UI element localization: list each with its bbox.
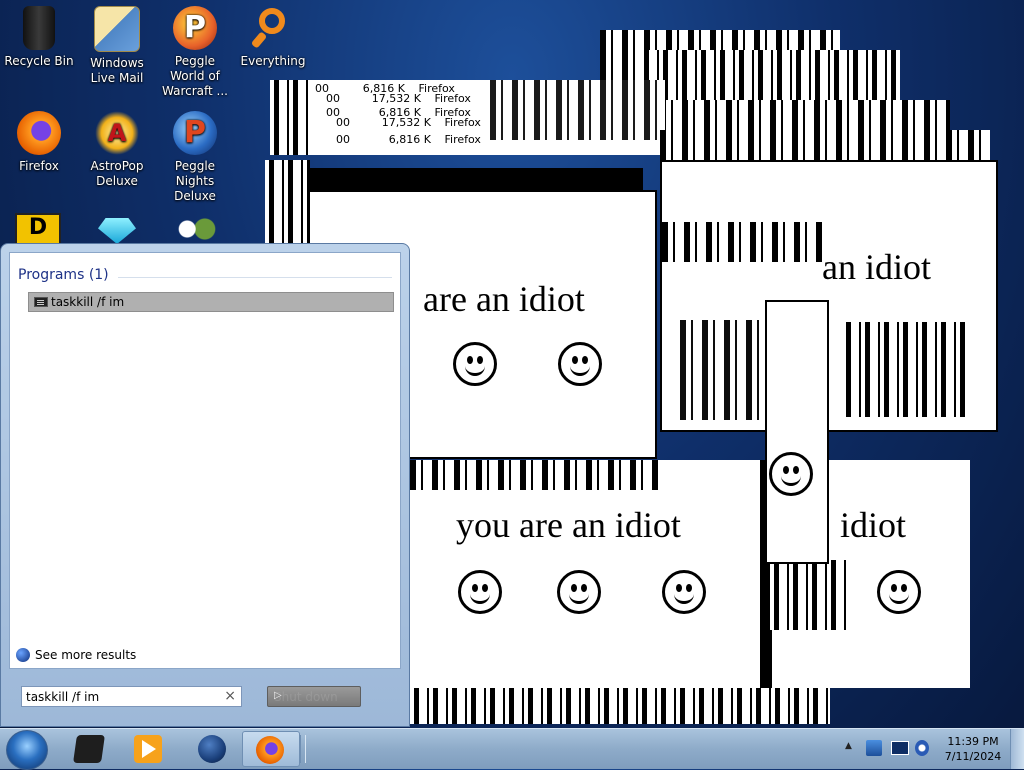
popup-message: an idiot [822, 247, 931, 287]
desktop-icon-label: Everything [240, 54, 306, 68]
glitch-artifact [660, 130, 990, 160]
taskbar: ▲ 11:39 PM 7/11/2024 [0, 728, 1024, 770]
desktop-icon-label: Recycle Bin [4, 54, 74, 68]
desktop-icon-label: Peggle Nights Deluxe [174, 159, 216, 203]
recycle-bin-icon [23, 6, 55, 50]
shutdown-button[interactable]: Shut down ▷ [267, 686, 361, 707]
glitch-artifact [410, 460, 660, 490]
clock-date: 7/11/2024 [944, 750, 1002, 763]
show-desktop-button[interactable] [1010, 729, 1024, 769]
taskbar-button-firefox[interactable] [242, 731, 300, 767]
popup-titlebar[interactable] [308, 168, 643, 190]
shutdown-options-arrow-icon[interactable]: ▷ [274, 690, 354, 701]
clear-search-icon[interactable]: × [224, 688, 236, 704]
desktop-icon-partial-2[interactable] [98, 218, 136, 244]
popup-message: are an idiot [423, 279, 585, 319]
see-more-results-label: See more results [35, 648, 137, 662]
desktop-icon-partial-3[interactable] [174, 214, 218, 244]
volume-icon[interactable] [915, 740, 929, 756]
mail-icon [94, 6, 140, 52]
idiot-popup-window[interactable] [765, 300, 829, 564]
tray-overflow-arrow-icon[interactable]: ▲ [845, 741, 852, 751]
desktop-icon-partial-1[interactable]: D [15, 213, 61, 247]
idiot-popup-window[interactable]: you are an idiot idiot [410, 460, 970, 688]
desktop-icon-label: AstroPop Deluxe [90, 159, 144, 188]
glitch-artifact [265, 160, 310, 250]
search-results-panel: Programs (1) taskkill /f im [9, 252, 401, 669]
popup-message: you are an idiot [456, 505, 681, 545]
desktop-icon-firefox[interactable]: Firefox [1, 105, 77, 174]
smiley-icon [453, 342, 497, 386]
desktop-icon-label: Firefox [19, 159, 59, 173]
desktop-icon-label: Windows Live Mail [90, 56, 144, 85]
smiley-icon [557, 570, 601, 614]
glitch-artifact [842, 322, 972, 417]
tray-icon-1[interactable] [866, 740, 882, 756]
start-button[interactable] [6, 730, 48, 770]
smiley-icon [558, 342, 602, 386]
process-row[interactable]: 00 17,532 K Firefox [336, 116, 481, 129]
taskbar-clock[interactable]: 11:39 PM 7/11/2024 [938, 734, 1008, 764]
desktop-icon-peggle-wow[interactable]: P Peggle World of Warcraft ... [157, 0, 233, 99]
glitch-artifact [640, 50, 900, 105]
popup-message: idiot [840, 505, 907, 545]
results-section-header: Programs (1) [18, 267, 109, 283]
desktop-icon-peggle-nights[interactable]: P Peggle Nights Deluxe [157, 105, 233, 204]
taskbar-divider [300, 735, 306, 763]
smiley-icon [877, 570, 921, 614]
glitch-artifact [490, 80, 665, 140]
desktop-icon-label: Peggle World of Warcraft ... [162, 54, 228, 98]
see-more-results-link[interactable]: See more results [16, 648, 136, 662]
search-result-label: taskkill /f im [51, 295, 125, 309]
media-player-icon [134, 735, 162, 763]
peggle-nights-icon: P [173, 111, 217, 155]
astropop-icon: A [95, 111, 139, 155]
desktop-icon-recycle-bin[interactable]: Recycle Bin [1, 0, 77, 69]
smiley-icon [458, 570, 502, 614]
command-prompt-icon [34, 297, 48, 307]
taskbar-button-explorer[interactable] [62, 731, 116, 767]
search-globe-icon [16, 648, 30, 662]
start-search-input[interactable] [26, 688, 221, 705]
search-result-item[interactable]: taskkill /f im [28, 292, 394, 312]
glitch-artifact [770, 560, 850, 630]
glitch-artifact [270, 80, 310, 155]
smiley-icon [769, 452, 813, 496]
process-row[interactable]: 00 17,532 K Firefox [326, 92, 471, 105]
peggle-wow-icon: P [173, 6, 217, 50]
magnifier-icon [250, 6, 295, 50]
firefox-icon [256, 736, 284, 764]
desktop-icon-everything[interactable]: Everything [235, 0, 311, 69]
glitch-artifact [410, 688, 830, 724]
desktop-icon-windows-live-mail[interactable]: Windows Live Mail [79, 0, 155, 86]
section-divider [118, 277, 392, 278]
start-search-box[interactable]: × [21, 686, 242, 707]
task-manager-fragment: 00 6,816 K Firefox 00 17,532 K Firefox 00 6… [270, 80, 665, 155]
explorer-icon [73, 735, 105, 763]
desktop-icon-astropop[interactable]: A AstroPop Deluxe [79, 105, 155, 189]
network-icon[interactable] [891, 741, 909, 755]
process-row[interactable]: 00 6,816 K Firefox [336, 133, 481, 146]
firefox-icon [17, 111, 61, 155]
app-globe-icon [198, 735, 226, 763]
taskbar-button-media-player[interactable] [121, 731, 175, 767]
clock-time: 11:39 PM [947, 735, 999, 748]
taskbar-button-app[interactable] [185, 731, 239, 767]
glitch-artifact [662, 222, 822, 262]
smiley-icon [662, 570, 706, 614]
